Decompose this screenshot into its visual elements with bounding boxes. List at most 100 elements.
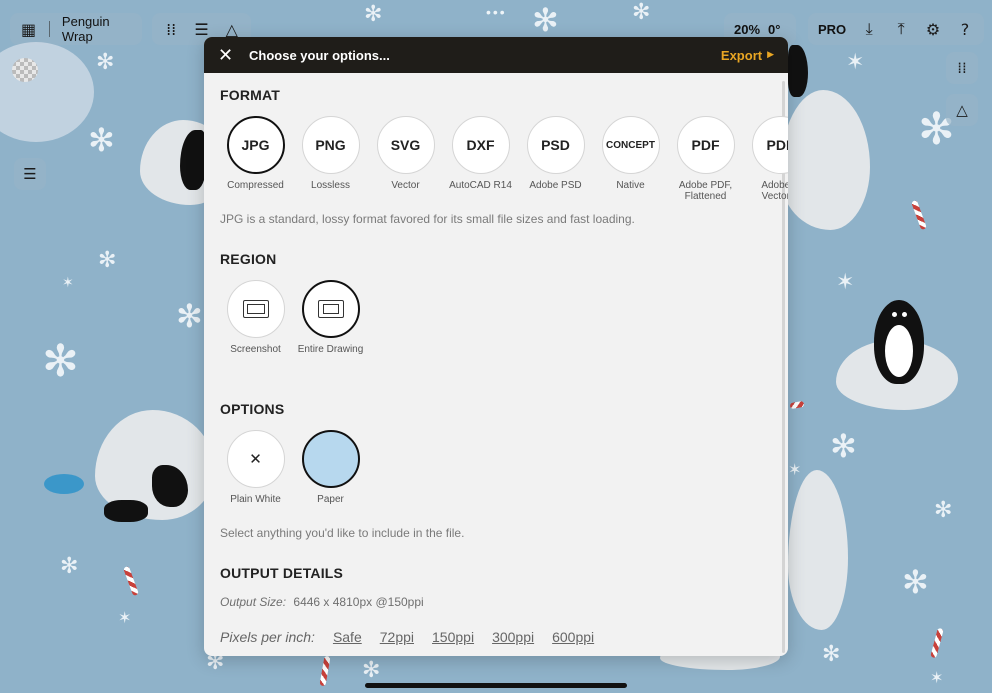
format-option-jpg[interactable]: JPG Compressed	[218, 116, 293, 202]
candy-cane	[319, 655, 331, 687]
zoom-level[interactable]: 20%	[734, 22, 760, 37]
region-title: REGION	[220, 251, 277, 267]
region-section: REGION	[220, 251, 276, 267]
pro-button[interactable]: PRO	[818, 22, 846, 37]
snowflake-icon: ✻	[176, 297, 203, 335]
format-option-concept[interactable]: CONCEPT Native	[593, 116, 668, 202]
options-section: OPTIONS	[220, 401, 284, 417]
format-description: JPG is a standard, lossy format favored …	[220, 212, 635, 226]
snowflake-icon: ✻	[42, 336, 79, 387]
format-title: FORMAT	[220, 87, 281, 103]
format-option-dxf[interactable]: DXF AutoCAD R14	[443, 116, 518, 202]
snowflake-icon: ✻	[830, 427, 857, 465]
option-paper[interactable]: Paper	[293, 430, 368, 505]
format-caption: Lossless	[311, 180, 350, 191]
home-indicator	[365, 683, 627, 688]
options-description: Select anything you'd like to include in…	[220, 526, 465, 540]
snowflake-icon: ✶	[788, 460, 802, 479]
ppi-option-300[interactable]: 300ppi	[492, 629, 534, 645]
format-option-svg[interactable]: SVG Vector	[368, 116, 443, 202]
layers-icon[interactable]: ☰	[14, 158, 46, 190]
format-circle: PDF	[676, 116, 735, 174]
divider	[49, 21, 50, 37]
snowflake-icon: ✻	[88, 121, 115, 159]
snowflake-icon: ✻	[364, 2, 383, 27]
format-options: JPG Compressed PNG Lossless SVG Vector D…	[218, 116, 788, 202]
paper-swatch	[301, 430, 360, 488]
layers-icon[interactable]: ☰	[192, 19, 210, 39]
download-icon[interactable]: ⤓	[860, 19, 878, 39]
format-caption: Compressed	[227, 180, 284, 191]
iceberg-shape	[788, 470, 848, 630]
region-circle	[226, 280, 285, 338]
option-caption: Plain White	[230, 494, 281, 505]
ppi-selector: Pixels per inch: Safe 72ppi 150ppi 300pp…	[220, 629, 594, 645]
format-option-pdf-flattened[interactable]: PDF Adobe PDF, Flattened	[668, 116, 743, 202]
caption-line: Flattened	[684, 191, 727, 202]
region-option-entire-drawing[interactable]: Entire Drawing	[293, 280, 368, 355]
rotation-level[interactable]: 0°	[768, 22, 780, 37]
snowflake-icon: ✻	[96, 50, 115, 75]
ppi-label: Pixels per inch:	[220, 629, 315, 645]
format-circle: SVG	[376, 116, 435, 174]
output-size: Output Size: 6446 x 4810px @150ppi	[220, 595, 424, 609]
actions-toolbar: PRO ⤓ ⤒ ⚙ ?	[808, 13, 984, 45]
option-plain-white[interactable]: ✕ Plain White	[218, 430, 293, 505]
gallery-toolbar: ▦ Penguin Wrap	[10, 13, 142, 45]
penguin-figure	[104, 500, 148, 522]
format-section: FORMAT	[220, 87, 280, 103]
snowflake-icon: ✶	[846, 50, 865, 75]
penguin-figure	[874, 300, 924, 384]
format-circle: PDF	[751, 116, 788, 174]
snowflake-icon: ✻	[632, 0, 651, 25]
output-title: OUTPUT DETAILS	[220, 565, 344, 581]
format-circle: CONCEPT	[601, 116, 660, 174]
upload-icon[interactable]: ⤒	[892, 19, 910, 39]
penguin-figure	[788, 45, 808, 97]
format-caption: Adobe PSD	[529, 180, 582, 191]
fish-shape	[44, 474, 84, 494]
color-swatch[interactable]	[12, 58, 38, 82]
x-icon: ✕	[249, 450, 262, 468]
format-option-psd[interactable]: PSD Adobe PSD	[518, 116, 593, 202]
option-circle: ✕	[226, 430, 285, 488]
snowflake-icon: ✻	[822, 642, 841, 667]
format-circle: PSD	[526, 116, 585, 174]
dots-grid-icon[interactable]: ⁞⁞	[946, 52, 978, 84]
snowflake-icon: ✻	[60, 554, 79, 579]
ppi-option-safe[interactable]: Safe	[333, 629, 362, 645]
region-option-screenshot[interactable]: Screenshot	[218, 280, 293, 355]
close-icon[interactable]: ✕	[218, 45, 236, 66]
region-circle	[301, 280, 360, 338]
ppi-option-150[interactable]: 150ppi	[432, 629, 474, 645]
snowflake-icon: ✶	[118, 608, 132, 627]
question-icon[interactable]: ?	[956, 19, 974, 39]
snowflake-icon: ✻	[902, 563, 929, 601]
region-caption: Screenshot	[230, 344, 281, 355]
screen-icon	[242, 300, 269, 318]
project-title[interactable]: Penguin Wrap	[62, 14, 132, 44]
ppi-option-72[interactable]: 72ppi	[380, 629, 414, 645]
shapes-icon[interactable]: △	[223, 19, 241, 39]
options-options: ✕ Plain White Paper	[218, 430, 368, 505]
snowflake-icon: ✻	[532, 1, 559, 39]
dots-grid-icon[interactable]: ⁞⁞	[162, 19, 180, 39]
format-circle: JPG	[226, 116, 285, 174]
candy-cane	[911, 199, 927, 231]
ppi-option-600[interactable]: 600ppi	[552, 629, 594, 645]
shapes-icon[interactable]: △	[946, 94, 978, 126]
grid-icon[interactable]: ▦	[20, 19, 37, 39]
iceberg-shape	[780, 90, 870, 230]
output-section: OUTPUT DETAILS	[220, 565, 343, 581]
export-label: Export	[720, 47, 763, 63]
format-caption: Native	[616, 180, 645, 191]
format-caption: AutoCAD R14	[449, 180, 512, 191]
gear-icon[interactable]: ⚙	[924, 19, 942, 39]
dialog-title: Choose your options...	[249, 47, 390, 63]
format-circle: PNG	[301, 116, 360, 174]
more-icon[interactable]: •••	[486, 4, 507, 20]
format-option-png[interactable]: PNG Lossless	[293, 116, 368, 202]
export-button[interactable]: Export ▶	[721, 48, 774, 63]
format-option-pdf-vector[interactable]: PDF Adobe P Vector P	[743, 116, 788, 202]
snowflake-icon: ✶	[930, 668, 944, 687]
